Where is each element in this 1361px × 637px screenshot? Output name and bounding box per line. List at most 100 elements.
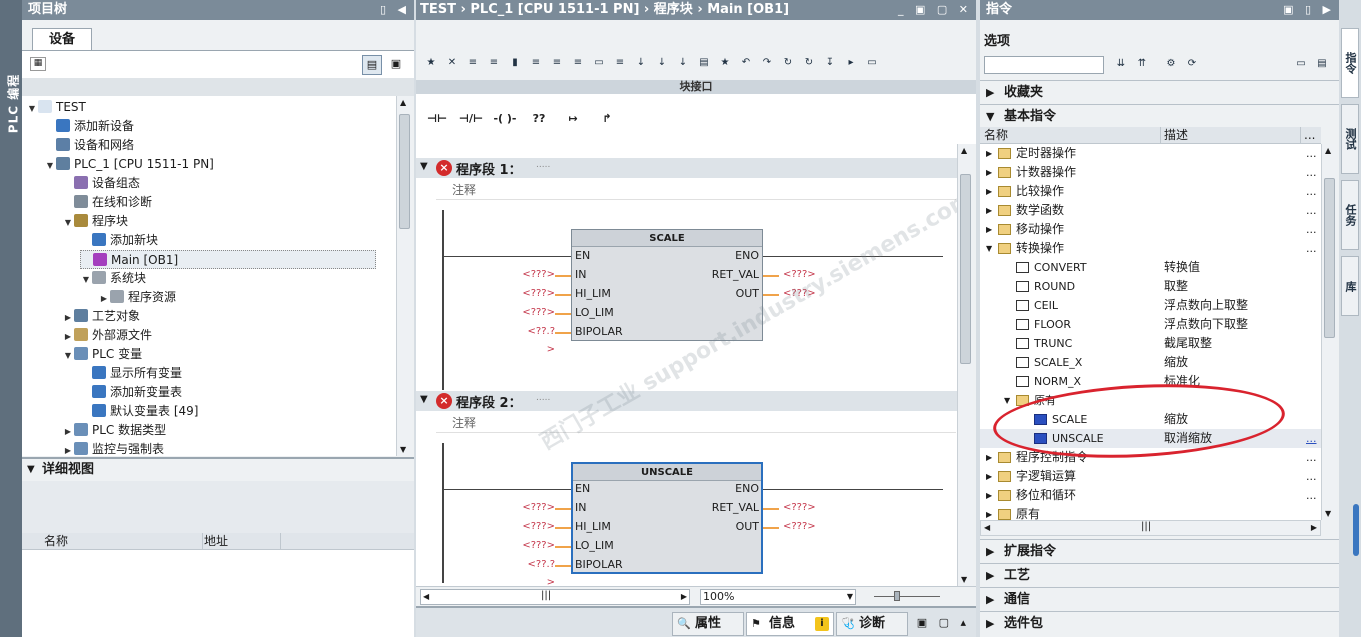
collapse-icon[interactable]: ▼	[420, 161, 428, 172]
chevron-down-icon[interactable]: ▼	[986, 239, 992, 258]
col-address[interactable]: 地址	[204, 533, 228, 550]
chevron-down-icon[interactable]: ▼	[26, 99, 38, 118]
tree-scrollbar[interactable]: ▲ ▼	[396, 96, 412, 456]
tree-item[interactable]: ▼ 程序块	[62, 212, 128, 231]
col-name[interactable]: 名称	[44, 533, 68, 550]
collapse-icon[interactable]: ▼	[27, 459, 35, 481]
instruction-search-input[interactable]	[984, 56, 1104, 74]
ladder-element-button[interactable]: -( )-	[490, 106, 520, 132]
ladder-area[interactable]: ▼ × 程序段 1：..... 注释 SCALE EN IN <???> HI_LIM <???>…	[416, 144, 957, 586]
toolbar-button-icon[interactable]: ↓	[653, 55, 671, 71]
tree-item[interactable]: 设备组态	[62, 174, 140, 193]
instruction-row[interactable]: NORM_X 标准化	[980, 372, 1321, 391]
operand-placeholder[interactable]: <??.?>	[521, 556, 555, 586]
window-controls[interactable]: _ ▣ ▢ ✕	[898, 0, 972, 20]
tree-item[interactable]: 添加新设备	[44, 117, 134, 136]
toolbar-button-icon[interactable]: ≡	[611, 55, 629, 71]
instruction-row[interactable]: SCALE_X 缩放	[980, 353, 1321, 372]
chevron-right-icon[interactable]: ▶	[986, 486, 992, 505]
settings-icon[interactable]: ⚙	[1162, 56, 1180, 72]
instruction-row[interactable]: SCALE 缩放	[980, 410, 1321, 429]
instruction-row[interactable]: UNSCALE 取消缩放...	[980, 429, 1321, 448]
extended-instructions-section[interactable]: ▶ 扩展指令	[980, 539, 1339, 562]
chevron-right-icon[interactable]: ▶	[986, 144, 992, 163]
tree-item[interactable]: 显示所有变量	[80, 364, 182, 383]
chevron-right-icon[interactable]: ▶	[986, 505, 992, 520]
scroll-down-icon[interactable]: ▼	[961, 575, 967, 584]
optional-packages-section[interactable]: ▶ 选件包	[980, 611, 1339, 637]
tree-item[interactable]: ▶ 程序资源	[98, 288, 176, 307]
panel-controls[interactable]: ▣ ▯ ▶	[1283, 0, 1335, 20]
tree-item[interactable]: ▶ 外部源文件	[62, 326, 152, 345]
hscroll-thumb[interactable]: |||	[1141, 521, 1151, 532]
tree-item[interactable]: 添加新块	[80, 231, 158, 250]
col-description[interactable]: 描述	[1164, 127, 1188, 144]
scroll-right-icon[interactable]: ▶	[1311, 523, 1317, 532]
instruction-row[interactable]: ▶ 计数器操作...	[980, 163, 1321, 182]
instruction-row[interactable]: ▶ 定时器操作...	[980, 144, 1321, 163]
tree-scroll-thumb[interactable]	[399, 114, 410, 229]
tree-item[interactable]: 在线和诊断	[62, 193, 152, 212]
toolbar-button-icon[interactable]: ▸	[842, 55, 860, 71]
toolbar-button-icon[interactable]: ★	[422, 55, 440, 71]
operand-placeholder[interactable]: <???>	[521, 304, 555, 322]
tree-item[interactable]: ▼ PLC 变量	[62, 345, 142, 364]
operand-placeholder[interactable]: <???>	[521, 499, 555, 517]
inspector-controls[interactable]: ▣ ▢ ▴	[917, 616, 970, 629]
instruction-row[interactable]: CEIL 浮点数向上取整	[980, 296, 1321, 315]
col-more[interactable]: ...	[1304, 127, 1315, 144]
detail-view-header[interactable]: ▼ 详细视图	[22, 459, 414, 481]
instruction-row[interactable]: ▼ 原有	[980, 391, 1321, 410]
toolbar-button-icon[interactable]: ▤	[695, 55, 713, 71]
toolbar-button-icon[interactable]: ↷	[758, 55, 776, 71]
scroll-down-icon[interactable]: ▼	[400, 445, 406, 454]
favorites-section[interactable]: ▶ 收藏夹	[980, 80, 1339, 103]
operand-placeholder[interactable]: <???>	[783, 518, 816, 536]
operand-placeholder[interactable]: <???>	[521, 537, 555, 555]
instruction-row[interactable]: ▶ 字逻辑运算...	[980, 467, 1321, 486]
chevron-right-icon[interactable]: ▶	[986, 163, 992, 182]
add-icon[interactable]: ▣	[386, 55, 406, 75]
more-link[interactable]: ...	[1306, 467, 1317, 486]
operand-placeholder[interactable]: <???>	[783, 499, 816, 517]
toolbar-button-icon[interactable]: ↻	[779, 55, 797, 71]
detail-view-icon[interactable]: ▤	[1313, 56, 1331, 72]
tree-item[interactable]: ▼ TEST	[26, 98, 86, 117]
chevron-down-icon[interactable]: ▼	[847, 590, 853, 604]
chevron-right-icon[interactable]: ▶	[986, 201, 992, 220]
col-name[interactable]: 名称	[984, 127, 1008, 144]
instruction-row[interactable]: ▶ 数学函数...	[980, 201, 1321, 220]
ladder-element-button[interactable]: ↱	[592, 106, 622, 132]
more-link[interactable]: ...	[1306, 239, 1317, 258]
instruction-row[interactable]: ▶ 移位和循环...	[980, 486, 1321, 505]
instruction-scrollbar[interactable]: ▲ ▼	[1321, 144, 1337, 520]
chevron-right-icon[interactable]: ▶	[986, 467, 992, 486]
chevron-down-icon[interactable]: ▼	[80, 270, 92, 289]
more-link[interactable]: ...	[1306, 163, 1317, 182]
instruction-scroll-thumb[interactable]	[1324, 178, 1335, 338]
more-link[interactable]: ...	[1306, 220, 1317, 239]
instruction-hscroll[interactable]: ◀ ||| ▶	[980, 520, 1321, 536]
tree-item[interactable]: ▶ PLC 数据类型	[62, 421, 166, 440]
instruction-row[interactable]: ROUND 取整	[980, 277, 1321, 296]
chevron-right-icon[interactable]: ▶	[986, 448, 992, 467]
chevron-right-icon[interactable]: ▶	[98, 289, 110, 308]
grid-icon[interactable]: ▦	[30, 57, 46, 71]
scroll-up-icon[interactable]: ▲	[400, 98, 406, 107]
refresh-icon[interactable]: ⟳	[1183, 56, 1201, 72]
instruction-row[interactable]: ▶ 比较操作...	[980, 182, 1321, 201]
ladder-element-button[interactable]: ⊣/⊢	[456, 106, 486, 132]
network-title-dots[interactable]: .....	[536, 160, 550, 170]
chevron-right-icon[interactable]: ▶	[986, 220, 992, 239]
tab-diagnostics[interactable]: 🩺 诊断	[836, 612, 908, 636]
toolbar-button-icon[interactable]: ↧	[821, 55, 839, 71]
chevron-right-icon[interactable]: ▶	[62, 422, 74, 441]
toolbar-button-icon[interactable]: ≡	[569, 55, 587, 71]
zoom-slider-handle[interactable]	[894, 591, 900, 601]
instruction-row[interactable]: FLOOR 浮点数向下取整	[980, 315, 1321, 334]
network-header[interactable]: ▼ × 程序段 2：.....	[416, 391, 957, 411]
editor-hscroll[interactable]: ◀ ||| ▶	[420, 589, 690, 605]
toolbar-button-icon[interactable]: ↓	[674, 55, 692, 71]
network-title-dots[interactable]: .....	[536, 393, 550, 403]
plc-programming-vtab[interactable]: PLC 编程	[0, 0, 22, 637]
